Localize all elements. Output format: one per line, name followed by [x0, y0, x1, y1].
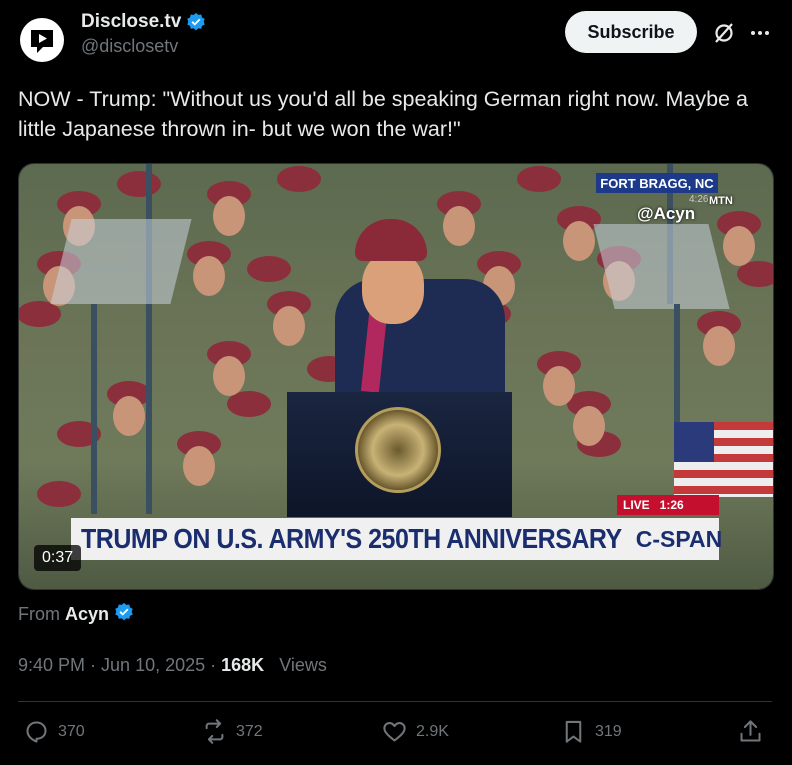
author-names: Disclose.tv @disclosetv [81, 11, 206, 57]
tweet-header: Disclose.tv @disclosetv Subscribe [18, 8, 778, 64]
avatar[interactable] [20, 18, 64, 62]
tweet-text: NOW - Trump: "Without us you'd all be sp… [18, 87, 748, 141]
reply-icon [26, 721, 47, 743]
author-display-name[interactable]: Disclose.tv [81, 11, 181, 33]
reply-button[interactable]: 370 [23, 718, 85, 745]
live-badge: LIVE 1:26 [617, 495, 719, 515]
views-count: 168K [221, 655, 265, 675]
more-options-icon[interactable] [748, 21, 772, 45]
video-watermark: @Acyn [637, 204, 696, 223]
location-chyron: FORT BRAGG, NC [596, 173, 718, 193]
author-display-name-row[interactable]: Disclose.tv [81, 11, 206, 33]
source-prefix: From [18, 604, 60, 624]
tweet-metadata: 9:40 PM · Jun 10, 2025 · 168K Views [18, 655, 327, 676]
meta-separator: · [205, 655, 222, 675]
bookmark-count: 319 [595, 722, 622, 740]
speaker-head-image [362, 252, 424, 324]
bookmark-button[interactable]: 319 [560, 718, 622, 745]
live-time: 1:26 [659, 498, 684, 512]
bookmark-icon [565, 720, 582, 743]
lower-third-banner: TRUMP ON U.S. ARMY'S 250TH ANNIVERSARY C… [71, 518, 723, 560]
live-label: LIVE [623, 498, 650, 512]
teleprompter-pole [146, 164, 152, 514]
author-handle[interactable]: @disclosetv [81, 36, 206, 57]
american-flag-image [674, 422, 773, 497]
divider [18, 701, 772, 702]
video-player[interactable]: FORT BRAGG, NC 4:26 @Acyn MTN LIVE 1:26 … [18, 163, 774, 590]
video-frame: FORT BRAGG, NC 4:26 @Acyn MTN LIVE 1:26 … [19, 164, 773, 589]
teleprompter-pole [91, 304, 97, 514]
tweet-time[interactable]: 9:40 PM [18, 655, 85, 675]
views-label: Views [279, 655, 327, 675]
subscribe-button[interactable]: Subscribe [565, 11, 697, 53]
meta-separator: · [85, 655, 102, 675]
video-watermark-mtn: MTN [709, 195, 733, 207]
presidential-seal-image [355, 407, 441, 493]
reply-count: 370 [58, 722, 85, 740]
teleprompter-glass [50, 219, 192, 304]
source-attribution: From Acyn [18, 602, 134, 627]
video-duration-badge: 0:37 [34, 545, 82, 571]
tweet-date[interactable]: Jun 10, 2025 [101, 655, 205, 675]
action-bar: 370 372 2.9K 319 [18, 718, 772, 748]
lower-third-headline: TRUMP ON U.S. ARMY'S 250TH ANNIVERSARY [81, 522, 622, 555]
repost-icon [205, 719, 224, 744]
like-button[interactable]: 2.9K [381, 718, 449, 745]
teleprompter-glass [593, 224, 730, 309]
source-name-link[interactable]: Acyn [65, 604, 109, 625]
network-logo: C-SPAN [635, 525, 723, 552]
verified-badge-icon [186, 12, 206, 32]
repost-count: 372 [236, 722, 263, 740]
share-button[interactable] [737, 718, 764, 745]
like-count: 2.9K [416, 722, 449, 740]
disclose-logo-icon [31, 30, 53, 53]
grok-icon[interactable] [712, 21, 736, 45]
repost-button[interactable]: 372 [201, 718, 263, 745]
heart-icon [383, 722, 406, 742]
share-icon [740, 720, 761, 742]
verified-badge-icon [114, 602, 134, 627]
